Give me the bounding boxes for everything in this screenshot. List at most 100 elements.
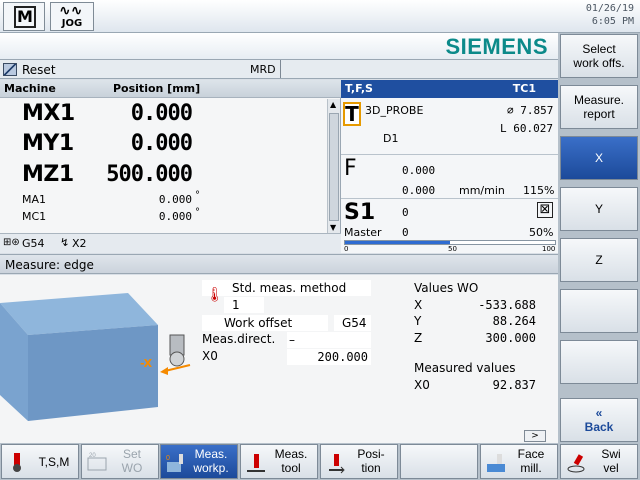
degree-unit: ° bbox=[195, 207, 200, 218]
tfs-divider bbox=[341, 154, 558, 155]
std-method-select[interactable]: 1 bbox=[224, 297, 264, 313]
machine-icon: M bbox=[14, 6, 36, 28]
scroll-thumb[interactable] bbox=[329, 113, 339, 221]
spindle-stop-icon: ⊠ bbox=[537, 202, 553, 218]
position-button[interactable]: Posi- tion bbox=[320, 444, 398, 479]
machine-mode-button[interactable]: M bbox=[3, 2, 45, 31]
axis-value: 0.000 bbox=[158, 210, 192, 223]
measured-axis: X0 bbox=[414, 378, 430, 392]
degree-unit: ° bbox=[195, 190, 200, 201]
axis-name: MZ1 bbox=[22, 162, 74, 187]
tfs-header: T,F,S TC1 bbox=[341, 80, 558, 98]
mrd-label: MRD bbox=[250, 63, 276, 76]
empty-vertical-softkey[interactable] bbox=[560, 340, 638, 384]
std-method-label: Std. meas. method bbox=[232, 281, 347, 295]
jog-mode-indicator[interactable]: ∿∿ JOG bbox=[50, 2, 94, 31]
axis-name: MC1 bbox=[22, 210, 47, 223]
value-number: 88.264 bbox=[492, 314, 536, 328]
spindle-master-value: 0 bbox=[402, 226, 409, 239]
feed-value: 0.000 bbox=[402, 184, 436, 197]
date-text: 01/26/19 bbox=[585, 3, 634, 14]
feed-override: 115% bbox=[523, 184, 555, 197]
tool-diameter: ⌀ 7.857 bbox=[507, 104, 554, 117]
tool-name: 3D_PROBE bbox=[365, 104, 424, 117]
tool-letter: T bbox=[343, 102, 361, 126]
face-mill-label: Face mill. bbox=[517, 447, 545, 475]
set-wo-icon: 20 bbox=[87, 453, 107, 471]
scroll-right-button[interactable]: > bbox=[524, 430, 546, 442]
probe-thermometer-icon: 🌡 bbox=[206, 287, 224, 303]
meas-direct-value: – bbox=[289, 333, 295, 347]
tfs-panel: T,F,S TC1 T 3D_PROBE ⌀ 7.857 L 60.027 D1… bbox=[341, 80, 558, 253]
machine-panel-header: Machine Position [mm] bbox=[0, 80, 341, 98]
svg-text:0: 0 bbox=[166, 455, 170, 462]
feed-letter: F bbox=[344, 156, 357, 181]
meas-direct-select[interactable]: – bbox=[287, 332, 371, 348]
machine-col-label: Machine bbox=[4, 82, 56, 95]
spindle-master-label: Master bbox=[344, 226, 382, 239]
axis-x-button[interactable]: X bbox=[560, 136, 638, 180]
set-wo-button[interactable]: 20 Set WO bbox=[81, 444, 159, 479]
scale-tick: 100 bbox=[542, 245, 556, 253]
tfs-divider bbox=[341, 198, 558, 199]
measure-report-button[interactable]: Measure. report bbox=[560, 85, 638, 129]
work-offset-icon: ⊞⊛ bbox=[3, 237, 20, 248]
siemens-logo: SIEMENS bbox=[445, 34, 548, 59]
machine-scrollbar[interactable]: ▲ ▼ bbox=[327, 99, 340, 233]
channel-state-label: Reset bbox=[22, 63, 56, 77]
active-work-offset: G54 bbox=[22, 237, 45, 250]
value-number: -533.688 bbox=[478, 298, 536, 312]
time-text: 6:05 PM bbox=[591, 16, 634, 27]
value-axis: Y bbox=[414, 314, 422, 328]
scale-tick: 50 bbox=[448, 245, 457, 253]
std-method-field[interactable]: Std. meas. method bbox=[202, 280, 371, 296]
tfs-title: T,F,S bbox=[345, 82, 373, 95]
status-divider bbox=[280, 60, 281, 78]
measured-value: 92.837 bbox=[492, 378, 536, 392]
feed-unit: mm/min bbox=[459, 184, 505, 197]
position-col-label: Position [mm] bbox=[113, 82, 201, 95]
back-button[interactable]: « Back bbox=[560, 398, 638, 442]
tsm-label: T,S,M bbox=[38, 455, 70, 469]
work-offset-value: G54 bbox=[342, 316, 367, 330]
empty-horizontal-softkey[interactable] bbox=[400, 444, 478, 479]
axis-z-button[interactable]: Z bbox=[560, 238, 638, 282]
feed-value: 0.000 bbox=[402, 164, 436, 177]
values-wo-title: Values WO bbox=[414, 281, 479, 295]
work-offset-row: Work offset bbox=[202, 315, 328, 331]
tsm-button[interactable]: T,S,M bbox=[1, 444, 79, 479]
scroll-down-icon[interactable]: ▼ bbox=[330, 223, 336, 232]
measure-title-bar: Measure: edge bbox=[0, 254, 558, 274]
position-icon bbox=[329, 454, 345, 474]
x0-value: 200.000 bbox=[317, 350, 368, 364]
position-label: Posi- tion bbox=[357, 447, 385, 475]
active-gcode-row: ⊞⊛ G54 ↯ X2 bbox=[0, 233, 341, 253]
measure-tool-button[interactable]: Meas. tool bbox=[240, 444, 318, 479]
datetime: 01/26/19 6:05 PM bbox=[586, 2, 634, 28]
reset-icon bbox=[3, 63, 17, 76]
measure-tool-label: Meas. tool bbox=[274, 447, 308, 475]
empty-vertical-softkey[interactable] bbox=[560, 289, 638, 333]
meas-direct-label: Meas.direct. bbox=[202, 332, 276, 346]
axis-name: MA1 bbox=[22, 193, 47, 206]
measure-workpiece-button[interactable]: 0 Meas. workp. bbox=[160, 444, 238, 479]
work-offset-select[interactable]: G54 bbox=[334, 315, 371, 331]
spindle-letter: S1 bbox=[344, 200, 376, 225]
measure-workpiece-icon: 0 bbox=[166, 454, 183, 472]
spindle-scale: 0 50 100 bbox=[344, 245, 558, 253]
probe-icon bbox=[160, 334, 191, 375]
select-work-offset-button[interactable]: Select work offs. bbox=[560, 34, 638, 78]
face-mill-button[interactable]: Face mill. bbox=[480, 444, 558, 479]
spindle-value: 0 bbox=[402, 206, 409, 219]
measure-title: Measure: edge bbox=[5, 258, 94, 272]
direction-label: -X bbox=[140, 357, 153, 370]
swivel-button[interactable]: Swi vel bbox=[560, 444, 638, 479]
work-offset-label: Work offset bbox=[224, 316, 293, 330]
top-bar: M ∿∿ JOG 01/26/19 6:05 PM bbox=[0, 0, 640, 33]
swivel-label: Swi vel bbox=[601, 447, 621, 475]
x0-input[interactable]: 200.000 bbox=[287, 349, 371, 365]
scroll-up-icon[interactable]: ▲ bbox=[330, 100, 336, 109]
hmi-screen: M ∿∿ JOG 01/26/19 6:05 PM SIEMENS Reset … bbox=[0, 0, 640, 480]
axis-y-button[interactable]: Y bbox=[560, 187, 638, 231]
spindle-override: 50% bbox=[529, 226, 554, 239]
